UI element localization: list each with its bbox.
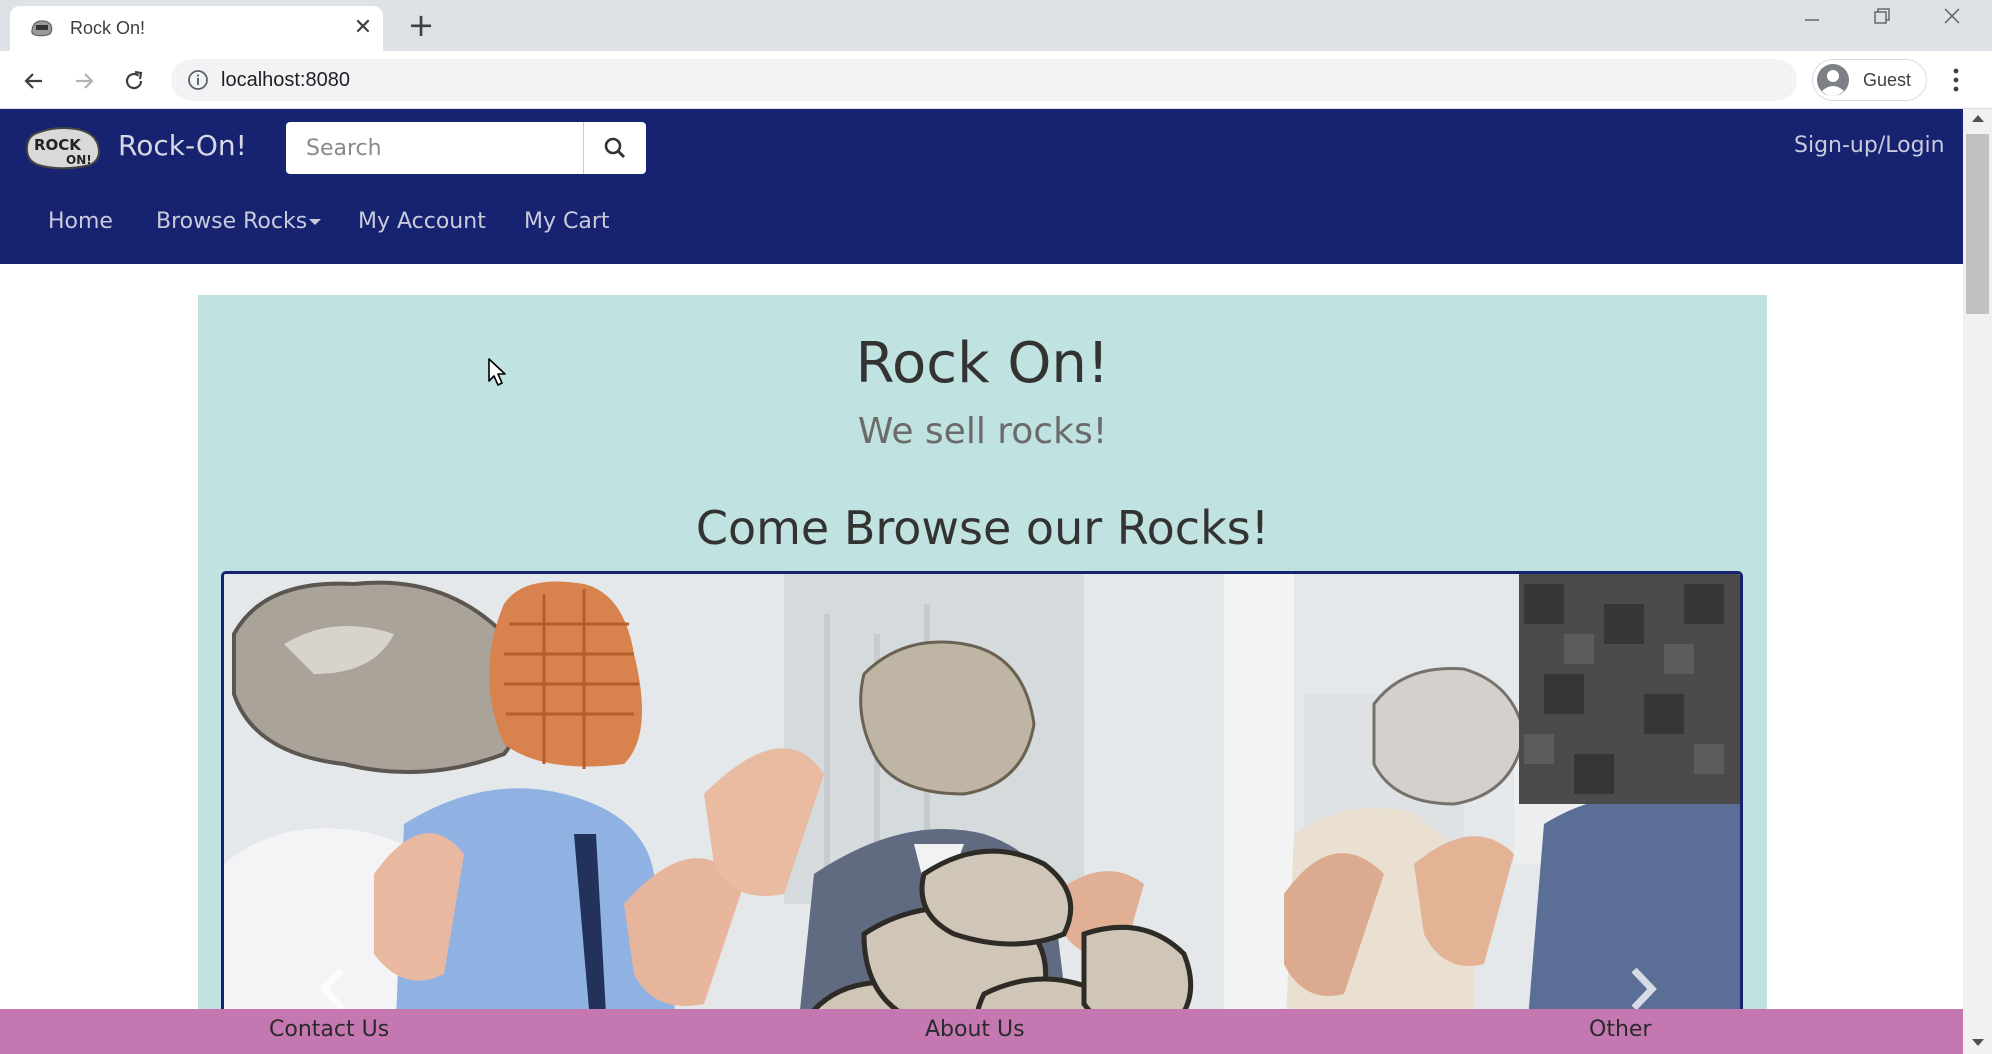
- reload-icon[interactable]: [116, 63, 152, 99]
- site-footer: Contact Us About Us Other: [0, 1009, 1963, 1054]
- page-scrollbar[interactable]: [1963, 109, 1992, 1054]
- footer-other-link[interactable]: Other: [1589, 1017, 1651, 1042]
- browse-heading: Come Browse our Rocks!: [695, 501, 1270, 555]
- menu-item-browse-rocks[interactable]: Browse Rocks: [156, 209, 322, 234]
- search-button[interactable]: [583, 122, 646, 174]
- browser-tab[interactable]: Rock On! ✕: [10, 6, 383, 51]
- scroll-down-icon[interactable]: [1972, 1039, 1984, 1046]
- page-subtitle: We sell rocks!: [857, 411, 1108, 452]
- brand-name[interactable]: Rock-On!: [118, 129, 247, 162]
- menu-item-home[interactable]: Home: [48, 209, 113, 234]
- new-tab-icon[interactable]: +: [404, 8, 438, 42]
- logo-text-bottom: ON!: [66, 153, 92, 167]
- profile-name: Guest: [1863, 70, 1912, 90]
- menu-item-my-cart[interactable]: My Cart: [524, 209, 610, 234]
- restore-icon[interactable]: [1860, 6, 1904, 36]
- address-bar[interactable]: localhost:8080: [171, 59, 1797, 101]
- back-arrow-icon[interactable]: [16, 63, 52, 99]
- menu-item-label: Browse Rocks: [156, 209, 308, 234]
- scroll-thumb[interactable]: [1966, 134, 1989, 314]
- browser-toolbar: localhost:8080 Guest: [0, 51, 1992, 109]
- mouse-cursor-icon: [488, 358, 506, 386]
- signup-login-link[interactable]: Sign-up/Login: [1794, 133, 1945, 158]
- profile-button[interactable]: Guest: [1812, 59, 1927, 101]
- footer-contact-link[interactable]: Contact Us: [269, 1017, 389, 1042]
- menu-item-label: My Account: [358, 209, 486, 234]
- search-form: [286, 122, 646, 174]
- scroll-up-icon[interactable]: [1972, 115, 1984, 122]
- browser-tab-strip: Rock On! ✕ +: [0, 0, 1992, 51]
- menu-item-label: My Cart: [524, 209, 610, 234]
- tab-close-icon[interactable]: ✕: [350, 15, 376, 41]
- page-viewport: ROCK ON! Rock-On! Sign-up/Login Home Bro…: [0, 109, 1963, 1054]
- site-info-icon[interactable]: [187, 69, 209, 91]
- footer-about-link[interactable]: About Us: [925, 1017, 1025, 1042]
- avatar-icon: [1817, 64, 1849, 96]
- carousel-slide-image: [224, 574, 1740, 1054]
- carousel-prev-icon[interactable]: [314, 964, 354, 1014]
- site-navbar: ROCK ON! Rock-On! Sign-up/Login Home Bro…: [0, 109, 1963, 264]
- minimize-icon[interactable]: [1790, 6, 1834, 36]
- page-title: Rock On!: [855, 331, 1110, 396]
- rock-carousel[interactable]: [221, 571, 1743, 1054]
- window-close-icon[interactable]: [1930, 6, 1974, 36]
- carousel-next-icon[interactable]: [1622, 964, 1662, 1014]
- tab-title: Rock On!: [70, 18, 146, 38]
- browser-menu-icon[interactable]: [1944, 67, 1968, 93]
- hero-jumbotron: Rock On! We sell rocks! Come Browse our …: [198, 295, 1767, 1054]
- rock-favicon-icon: [31, 20, 53, 37]
- search-input[interactable]: [286, 122, 583, 174]
- logo-text-top: ROCK: [34, 136, 82, 154]
- forward-arrow-icon[interactable]: [66, 63, 102, 99]
- menu-item-label: Home: [48, 209, 113, 234]
- url-text[interactable]: localhost:8080: [221, 69, 350, 92]
- site-logo[interactable]: ROCK ON!: [24, 123, 102, 171]
- caret-down-icon: [309, 219, 322, 225]
- menu-item-my-account[interactable]: My Account: [358, 209, 486, 234]
- search-icon: [604, 137, 626, 159]
